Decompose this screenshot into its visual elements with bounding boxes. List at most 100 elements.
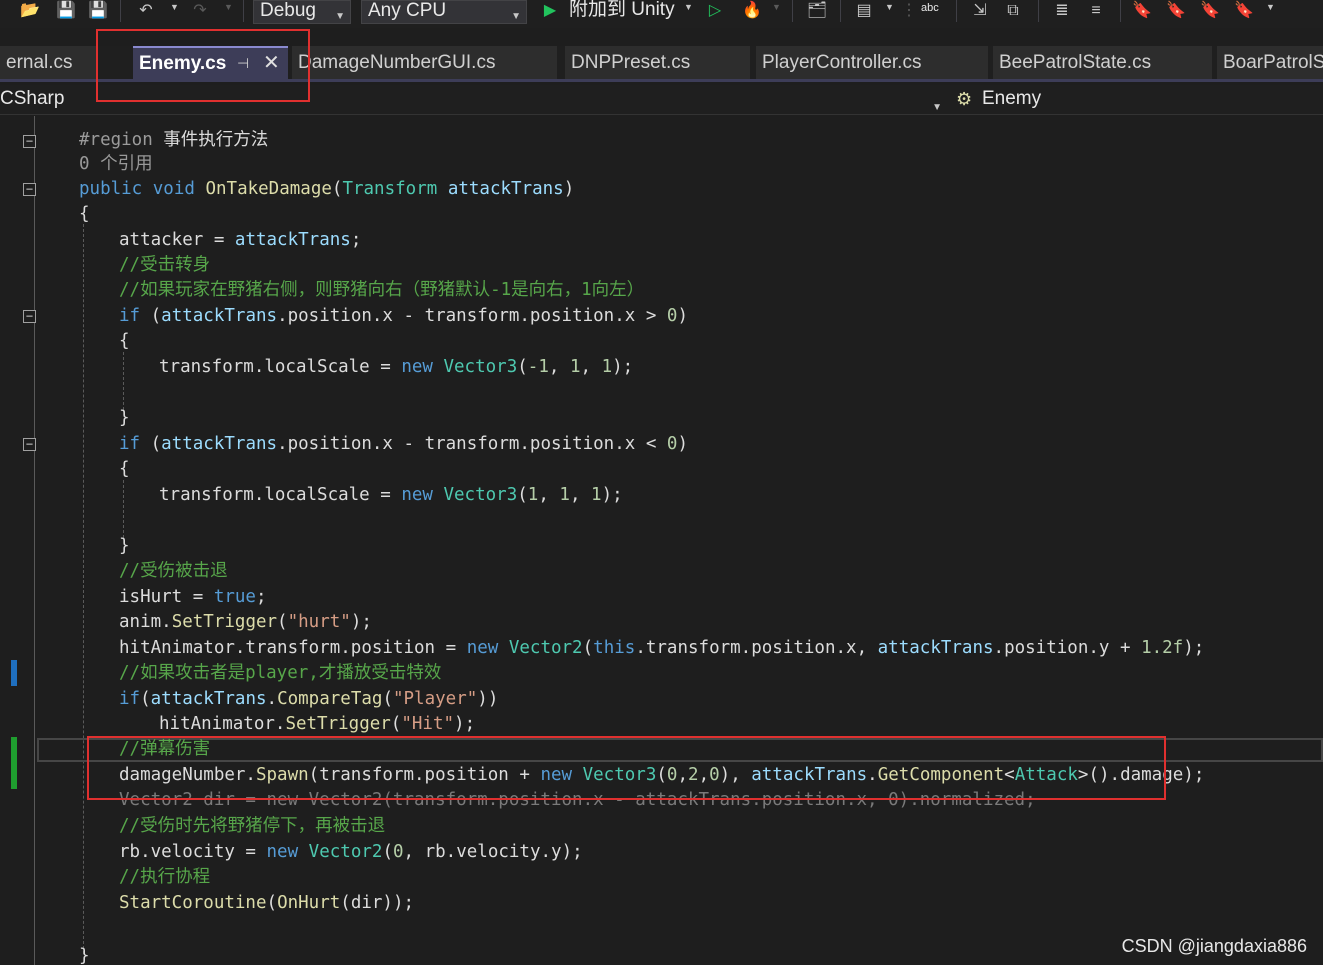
code-line[interactable]: rb.velocity = new Vector2(0, rb.velocity… bbox=[119, 840, 583, 865]
tab-label: BeePatrolState.cs bbox=[999, 52, 1152, 73]
code-editor[interactable]: − − − − #region 事件执行方法 0 个引用 public void O… bbox=[0, 116, 1323, 965]
undo-icon[interactable]: ↶ bbox=[134, 0, 158, 22]
code-line[interactable]: hitAnimator.SetTrigger("Hit"); bbox=[159, 712, 475, 737]
code-token: { bbox=[79, 204, 90, 224]
code-token: ( bbox=[140, 689, 151, 709]
code-line[interactable]: //受击转身 bbox=[119, 253, 210, 278]
code-token: Vector2 bbox=[308, 842, 383, 862]
code-line[interactable]: //如果攻击者是player,才播放受击特效 bbox=[119, 661, 441, 686]
code-line[interactable]: StartCoroutine(OnHurt(dir)); bbox=[119, 891, 414, 916]
code-line[interactable]: 0 个引用 bbox=[79, 152, 153, 177]
attach-unity-button[interactable]: 附加到 Unity bbox=[569, 0, 675, 20]
tab-document[interactable]: BoarPatrolS bbox=[1217, 46, 1323, 79]
tab-document[interactable]: DamageNumberGUI.cs bbox=[292, 46, 557, 79]
code-line[interactable]: } bbox=[119, 406, 130, 431]
redo-dropdown-icon[interactable]: ▼ bbox=[224, 2, 233, 12]
code-line[interactable]: transform.localScale = new Vector3(1, 1,… bbox=[159, 483, 623, 508]
fold-toggle[interactable]: − bbox=[23, 183, 36, 196]
toolbar-overflow-icon[interactable]: ▼ bbox=[1266, 2, 1275, 12]
change-marker bbox=[11, 660, 17, 686]
code-line[interactable]: damageNumber.Spawn(transform.position + … bbox=[119, 763, 1204, 788]
code-token: SetTrigger bbox=[171, 612, 278, 632]
code-line[interactable]: hitAnimator.transform.position = new Vec… bbox=[119, 636, 1204, 661]
code-token: 0 bbox=[709, 765, 720, 785]
code-line[interactable]: transform.localScale = new Vector3(-1, 1… bbox=[159, 355, 633, 380]
code-token: anim. bbox=[119, 612, 172, 632]
tab-document[interactable]: DNPPreset.cs bbox=[565, 46, 750, 79]
tab-label: ernal.cs bbox=[6, 52, 73, 73]
code-line[interactable]: isHurt = true; bbox=[119, 585, 267, 610]
clear-bookmarks-icon[interactable]: 🔖 bbox=[1232, 0, 1256, 22]
layout-icon[interactable]: ▤ bbox=[852, 0, 876, 22]
undo-dropdown-icon[interactable]: ▼ bbox=[170, 2, 179, 12]
step-into-icon[interactable]: ⇲ bbox=[968, 0, 992, 22]
close-icon[interactable]: ✕ bbox=[263, 48, 280, 79]
code-line[interactable]: { bbox=[119, 329, 130, 354]
code-line[interactable]: public void OnTakeDamage(Transform attac… bbox=[79, 177, 574, 202]
uncomment-lines-icon[interactable]: ≡ bbox=[1084, 0, 1108, 22]
code-token: } bbox=[79, 946, 90, 965]
browser-link-icon[interactable]: 🗂 bbox=[805, 0, 829, 22]
code-line[interactable]: //执行协程 bbox=[119, 865, 210, 890]
code-line[interactable]: //受伤时先将野猪停下，再被击退 bbox=[119, 814, 385, 839]
code-token: -1 bbox=[527, 357, 549, 377]
code-line[interactable]: //如果玩家在野猪右侧，则野猪向右（野猪默认-1是向右，1向左） bbox=[119, 278, 644, 303]
bookmark-icon[interactable]: 🔖 bbox=[1130, 0, 1154, 22]
code-line[interactable]: #region 事件执行方法 bbox=[79, 128, 268, 153]
change-marker bbox=[11, 737, 17, 789]
layout-dropdown-icon[interactable]: ▼ bbox=[885, 2, 894, 12]
code-line[interactable]: } bbox=[119, 534, 130, 559]
fold-toggle[interactable]: − bbox=[23, 135, 36, 148]
hot-reload-icon[interactable]: 🔥 bbox=[740, 0, 764, 22]
code-token: , bbox=[698, 765, 710, 785]
code-line[interactable]: if (attackTrans.position.x - transform.p… bbox=[119, 304, 688, 329]
project-dropdown[interactable]: CSharp ▼ bbox=[0, 85, 948, 115]
code-line[interactable]: attacker = attackTrans; bbox=[119, 228, 361, 253]
fold-toggle[interactable]: − bbox=[23, 438, 36, 451]
code-token: } bbox=[119, 408, 130, 428]
start-debug-icon[interactable]: ▶ bbox=[538, 0, 562, 22]
solution-platform-dropdown[interactable]: Any CPU ▼ bbox=[361, 0, 527, 24]
save-all-icon[interactable]: 💾 bbox=[86, 0, 110, 22]
tab-document-active[interactable]: Enemy.cs ⊣ ✕ bbox=[133, 46, 288, 79]
tab-document[interactable]: ernal.cs bbox=[0, 46, 96, 79]
code-token: Attack bbox=[1014, 765, 1078, 785]
indent-guide bbox=[123, 480, 124, 538]
tab-document[interactable]: BeePatrolState.cs bbox=[993, 46, 1212, 79]
open-folder-icon[interactable]: 📂 bbox=[18, 0, 42, 22]
code-token: "Hit" bbox=[401, 714, 455, 734]
code-token: //如果攻击者是player,才播放受击特效 bbox=[119, 663, 442, 683]
code-line[interactable]: } bbox=[79, 944, 90, 965]
code-line[interactable]: anim.SetTrigger("hurt"); bbox=[119, 610, 372, 635]
start-without-debug-icon[interactable]: ▷ bbox=[703, 0, 727, 22]
prev-bookmark-icon[interactable]: 🔖 bbox=[1164, 0, 1188, 22]
code-token: ( bbox=[140, 306, 162, 326]
code-line[interactable]: //受伤被击退 bbox=[119, 559, 228, 584]
attach-dropdown-icon[interactable]: ▼ bbox=[684, 2, 693, 12]
code-token: OnTakeDamage bbox=[205, 179, 332, 199]
code-line[interactable]: if(attackTrans.CompareTag("Player")) bbox=[119, 687, 498, 712]
spell-check-button[interactable]: abc bbox=[921, 0, 939, 18]
solution-config-dropdown[interactable]: Debug ▼ bbox=[253, 0, 351, 24]
code-token: ( bbox=[140, 434, 162, 454]
code-line[interactable]: { bbox=[119, 457, 130, 482]
code-token: 1 bbox=[569, 357, 581, 377]
hot-reload-dropdown-icon[interactable]: ▼ bbox=[772, 2, 781, 12]
code-line[interactable]: { bbox=[79, 202, 90, 227]
code-token: { bbox=[119, 331, 130, 351]
code-line[interactable]: Vector2 dir = new Vector2(transform.posi… bbox=[119, 788, 1036, 813]
type-dropdown[interactable]: ⚙ Enemy bbox=[952, 85, 1323, 115]
compare-icon[interactable]: ⧉ bbox=[1001, 0, 1025, 22]
fold-toggle[interactable]: − bbox=[23, 310, 36, 323]
tab-document[interactable]: PlayerController.cs bbox=[756, 46, 988, 79]
save-icon[interactable]: 💾 bbox=[54, 0, 78, 22]
code-line[interactable]: //弹幕伤害 bbox=[119, 737, 210, 762]
next-bookmark-icon[interactable]: 🔖 bbox=[1198, 0, 1222, 22]
code-line[interactable]: if (attackTrans.position.x - transform.p… bbox=[119, 432, 688, 457]
comment-lines-icon[interactable]: ≣ bbox=[1050, 0, 1074, 22]
redo-icon[interactable]: ↷ bbox=[188, 0, 212, 22]
pin-icon[interactable]: ⊣ bbox=[237, 48, 249, 79]
